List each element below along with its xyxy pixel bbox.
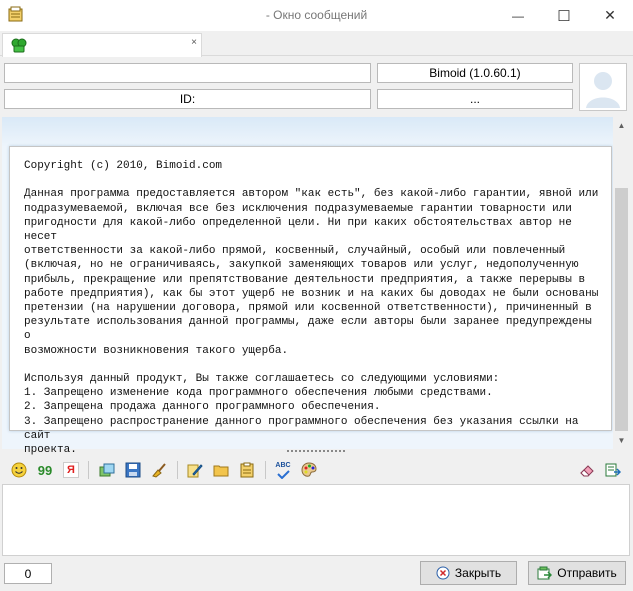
close-chat-label: Закрыть [454,566,502,580]
client-version-field: Bimoid (1.0.60.1) [377,63,573,83]
close-chat-button[interactable]: Закрыть [420,561,517,585]
avatar-placeholder-icon [586,72,620,108]
contact-status-icon [11,37,27,53]
eraser-icon [580,465,594,477]
spellcheck-button[interactable]: ABC [273,460,293,480]
send-button[interactable]: Отправить [528,561,626,585]
pane-splitter[interactable] [286,450,346,454]
clear-button[interactable] [149,460,169,480]
message-text: Copyright (c) 2010, Bimoid.com Данная пр… [24,160,599,457]
yandex-icon: Я [63,462,79,478]
folder-icon [213,465,229,477]
save-button[interactable] [123,460,143,480]
broom-icon [152,463,166,478]
contact-id-field: ID: [4,89,371,109]
char-counter: 0 [4,563,52,584]
scroll-up-icon[interactable]: ▲ [613,117,630,134]
message-input[interactable] [2,484,630,556]
send-mode-button[interactable] [603,460,623,480]
close-window-button[interactable]: ✕ [587,0,633,31]
toolbar-separator [265,461,266,479]
send-label: Отправить [557,566,617,580]
message-bubble: Copyright (c) 2010, Bimoid.com Данная пр… [9,146,612,456]
pencil-icon [187,464,203,478]
palette-icon [301,462,317,477]
color-palette-button[interactable] [299,460,319,480]
maximize-icon: ☐ [557,7,571,25]
scroll-down-icon[interactable]: ▼ [613,432,630,449]
quote-button[interactable]: 99 [35,460,55,480]
toolbar-separator [177,461,178,479]
minimize-icon: — [512,8,524,23]
history-button[interactable] [97,460,117,480]
more-info-field[interactable]: ... [377,89,573,109]
send-mode-icon [605,463,621,477]
minimize-button[interactable]: — [495,0,541,31]
avatar [579,63,627,111]
edit-button[interactable] [185,460,205,480]
toolbar-separator [88,461,89,479]
erase-button[interactable] [577,460,597,480]
maximize-button[interactable]: ☐ [541,0,587,31]
smiley-button[interactable] [9,460,29,480]
floppy-icon [125,462,141,478]
tab-close-icon[interactable]: × [188,37,200,51]
yandex-search-button[interactable]: Я [61,460,81,480]
cancel-icon [436,566,450,580]
chat-tab[interactable]: × [2,33,202,57]
windows-icon [99,463,115,477]
close-icon: ✕ [604,7,616,23]
contact-name-field [4,63,371,83]
open-file-button[interactable] [211,460,231,480]
quote-icon: 99 [37,462,53,478]
spellcheck-icon: ABC [275,461,291,469]
scrollbar-thumb[interactable] [615,188,628,431]
smiley-icon [11,462,27,478]
notes-button[interactable] [237,460,257,480]
clipboard-icon [240,462,254,478]
send-icon [537,566,553,580]
